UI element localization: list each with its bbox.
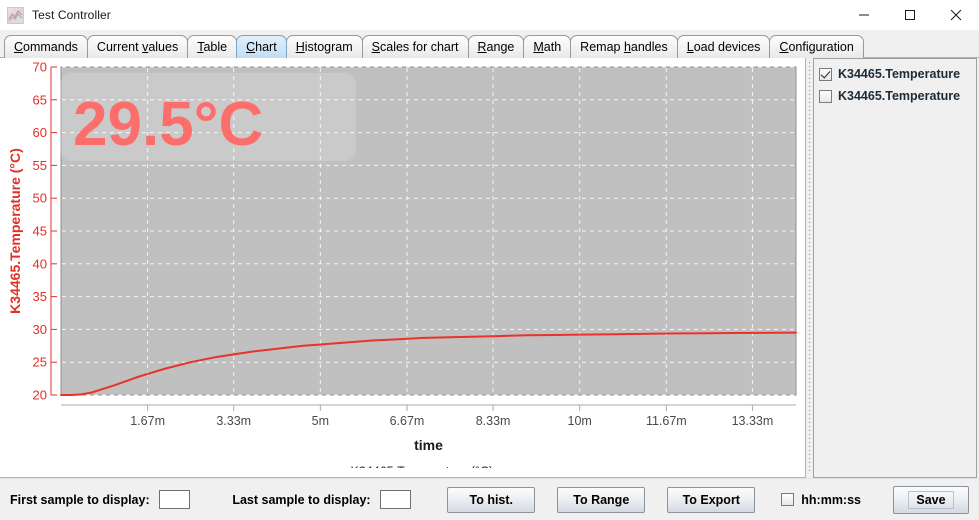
first-sample-label: First sample to display: — [10, 492, 150, 507]
to-export-button[interactable]: To Export — [667, 486, 756, 513]
chart-content-area: 29.5°C 20 25 30 35 40 45 50 55 60 65 70 K34465.Tempe… — [0, 58, 979, 478]
last-sample-input[interactable] — [379, 490, 412, 509]
series-selection-panel[interactable]: K34465.Temperature K34465.Temperature — [813, 58, 977, 478]
y-tick-label: 25 — [33, 355, 47, 370]
test-controller-window: Test Controller Commands Current values Ta… — [0, 0, 979, 520]
bottom-toolbar: First sample to display: Last sample to … — [0, 478, 979, 520]
save-button-label: Save — [908, 490, 954, 509]
y-tick-label: 70 — [33, 60, 47, 75]
series-label: K34465.Temperature — [838, 67, 961, 81]
temperature-chart[interactable]: 29.5°C 20 25 30 35 40 45 50 55 60 65 70 K34465.Tempe… — [0, 58, 804, 468]
tab-table[interactable]: Table — [187, 35, 238, 58]
last-sample-label: Last sample to display: — [232, 492, 371, 507]
to-range-button[interactable]: To Range — [557, 486, 646, 513]
y-tick-label: 60 — [33, 125, 47, 140]
x-axis-title: time — [414, 437, 443, 453]
x-tick-label: 13.33m — [732, 414, 774, 428]
y-tick-label: 30 — [33, 322, 47, 337]
current-value-overlay-text: 29.5°C — [73, 90, 263, 159]
chart-panel[interactable]: 29.5°C 20 25 30 35 40 45 50 55 60 65 70 K34465.Tempe… — [0, 58, 806, 478]
first-sample-input[interactable] — [158, 490, 191, 509]
time-format-label: hh:mm:ss — [801, 492, 861, 507]
series-checkbox[interactable] — [819, 89, 832, 103]
save-button[interactable]: Save — [893, 485, 969, 514]
tab-commands[interactable]: Commands — [4, 35, 88, 58]
tab-histogram[interactable]: Histogram — [285, 35, 363, 58]
x-tick-label: 11.67m — [646, 414, 687, 428]
tab-math[interactable]: Math — [523, 35, 572, 58]
x-tick-label: 5m — [312, 414, 329, 428]
x-tick-label: 3.33m — [216, 414, 251, 428]
series-legend-item[interactable]: K34465.Temperature — [819, 86, 976, 106]
splitter-grip-icon — [809, 62, 810, 474]
y-tick-label: 45 — [33, 224, 47, 239]
series-checkbox[interactable] — [819, 67, 832, 81]
x-tick-label: 6.67m — [390, 414, 425, 428]
time-format-checkbox-box[interactable] — [781, 493, 795, 506]
window-controls — [841, 0, 979, 30]
y-tick-label: 20 — [33, 388, 47, 403]
series-legend-item[interactable]: K34465.Temperature — [819, 64, 976, 84]
to-hist-button[interactable]: To hist. — [447, 486, 536, 513]
x-tick-label: 8.33m — [476, 414, 511, 428]
x-tick-label: 1.67m — [130, 414, 165, 428]
tab-current-values[interactable]: Current values — [86, 35, 189, 58]
minimize-button[interactable] — [841, 0, 887, 30]
tab-scales-for-chart[interactable]: Scales for chart — [361, 35, 469, 58]
y-tick-label: 65 — [33, 92, 47, 107]
y-axis-title: K34465.Temperature (°C) — [7, 148, 23, 314]
pane-splitter[interactable] — [806, 58, 813, 478]
maximize-button[interactable] — [887, 0, 933, 30]
chart-window-icon — [7, 6, 24, 24]
x-tick-label: 10m — [568, 414, 592, 428]
value-overlay: 29.5°C — [60, 73, 356, 161]
y-tick-label: 50 — [33, 191, 47, 206]
legend-entry-label: K34465.Temperature (°C) — [351, 465, 494, 469]
series-label: K34465.Temperature — [838, 89, 961, 103]
y-tick-label: 40 — [33, 256, 47, 271]
y-tick-label: 35 — [33, 289, 47, 304]
tab-range[interactable]: Range — [467, 35, 525, 58]
close-button[interactable] — [933, 0, 979, 30]
tab-load-devices[interactable]: Load devices — [676, 35, 771, 58]
tab-configuration[interactable]: Configuration — [769, 35, 864, 58]
y-tick-label: 55 — [33, 158, 47, 173]
tab-remap-handles[interactable]: Remap handles — [570, 35, 678, 58]
main-tab-bar[interactable]: Commands Current values Table Chart Histogra… — [0, 31, 979, 58]
time-format-checkbox[interactable]: hh:mm:ss — [781, 493, 861, 507]
title-bar: Test Controller — [0, 0, 979, 31]
tab-chart[interactable]: Chart — [236, 35, 287, 58]
window-title: Test Controller — [32, 8, 111, 22]
